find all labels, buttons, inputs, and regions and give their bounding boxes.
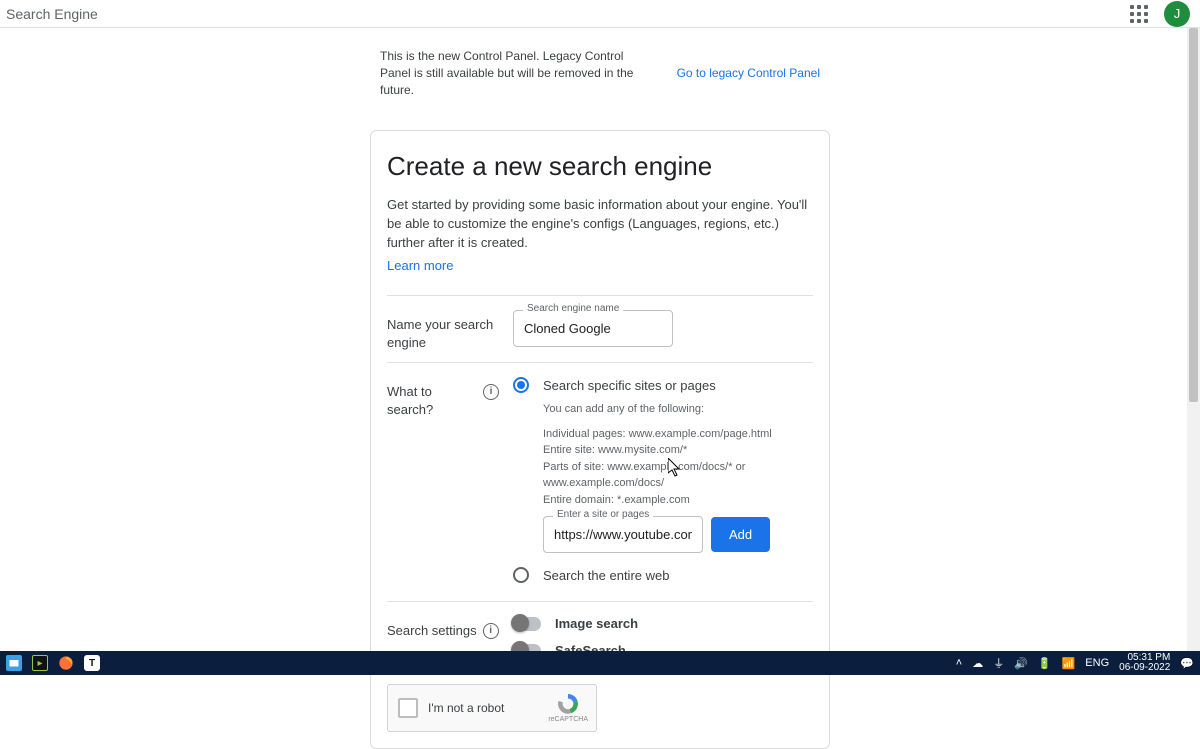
divider: [387, 601, 813, 602]
avatar[interactable]: J: [1164, 1, 1190, 27]
taskbar-files-icon[interactable]: [6, 655, 22, 671]
card-heading: Create a new search engine: [387, 151, 813, 182]
tray-clock[interactable]: 05:31 PM 06-09-2022: [1119, 653, 1170, 674]
toggle-image-label: Image search: [555, 616, 638, 631]
taskbar-firefox-icon[interactable]: [58, 655, 74, 671]
tray-wifi-icon[interactable]: ⏚: [993, 655, 1004, 671]
recaptcha-widget: I'm not a robot reCAPTCHA: [387, 684, 597, 732]
taskbar-text-icon[interactable]: T: [84, 655, 100, 671]
legacy-notice: This is the new Control Panel. Legacy Co…: [370, 40, 830, 106]
info-icon[interactable]: i: [483, 384, 499, 400]
add-button[interactable]: Add: [711, 517, 770, 552]
radio-entire-label: Search the entire web: [543, 568, 669, 583]
topbar: Search Engine J: [0, 0, 1200, 28]
engine-name-input[interactable]: [513, 310, 673, 347]
legacy-text: This is the new Control Panel. Legacy Co…: [380, 48, 640, 98]
divider: [387, 295, 813, 296]
site-input[interactable]: [543, 516, 703, 553]
site-float-label: Enter a site or pages: [553, 509, 653, 520]
site-field-wrapper: Enter a site or pages: [543, 516, 703, 553]
tray-notifications-icon[interactable]: 💬: [1180, 657, 1194, 670]
info-icon[interactable]: i: [483, 623, 499, 639]
tray-volume-icon[interactable]: 🔊: [1014, 657, 1028, 670]
settings-label: Search settings: [387, 622, 477, 640]
name-label: Name your search engine: [387, 310, 499, 352]
legacy-link[interactable]: Go to legacy Control Panel: [677, 66, 820, 80]
toggle-image-search[interactable]: [513, 617, 541, 631]
name-field-wrapper: Search engine name: [513, 310, 673, 347]
recaptcha-logo: reCAPTCHA: [548, 692, 588, 724]
tray-cloud-icon[interactable]: ☁: [972, 657, 983, 670]
tray-lang[interactable]: ENG: [1085, 657, 1109, 669]
recaptcha-text: I'm not a robot: [428, 701, 504, 715]
name-float-label: Search engine name: [523, 303, 623, 314]
tray-network-icon[interactable]: 📶: [1062, 657, 1076, 670]
helper-text: You can add any of the following: Indivi…: [543, 401, 813, 508]
learn-more-link[interactable]: Learn more: [387, 258, 453, 273]
taskbar-terminal-icon[interactable]: ▸: [32, 655, 48, 671]
tray-chevron-icon[interactable]: ˄: [956, 657, 962, 669]
radio-specific-sites[interactable]: [513, 377, 529, 393]
what-to-search-label: What to search?: [387, 383, 477, 419]
recaptcha-checkbox[interactable]: [398, 698, 418, 718]
page-title: Search Engine: [6, 6, 98, 22]
apps-icon[interactable]: [1130, 5, 1148, 23]
scrollbar-thumb[interactable]: [1189, 28, 1198, 402]
radio-entire-web[interactable]: [513, 567, 529, 583]
radio-specific-label: Search specific sites or pages: [543, 378, 716, 393]
card-description: Get started by providing some basic info…: [387, 196, 813, 253]
divider: [387, 362, 813, 363]
tray-battery-icon[interactable]: 🔋: [1038, 657, 1052, 670]
scrollbar[interactable]: [1187, 28, 1200, 651]
taskbar: ▸ T ˄ ☁ ⏚ 🔊 🔋 📶 ENG 05:31 PM 06-09-2022 …: [0, 651, 1200, 675]
